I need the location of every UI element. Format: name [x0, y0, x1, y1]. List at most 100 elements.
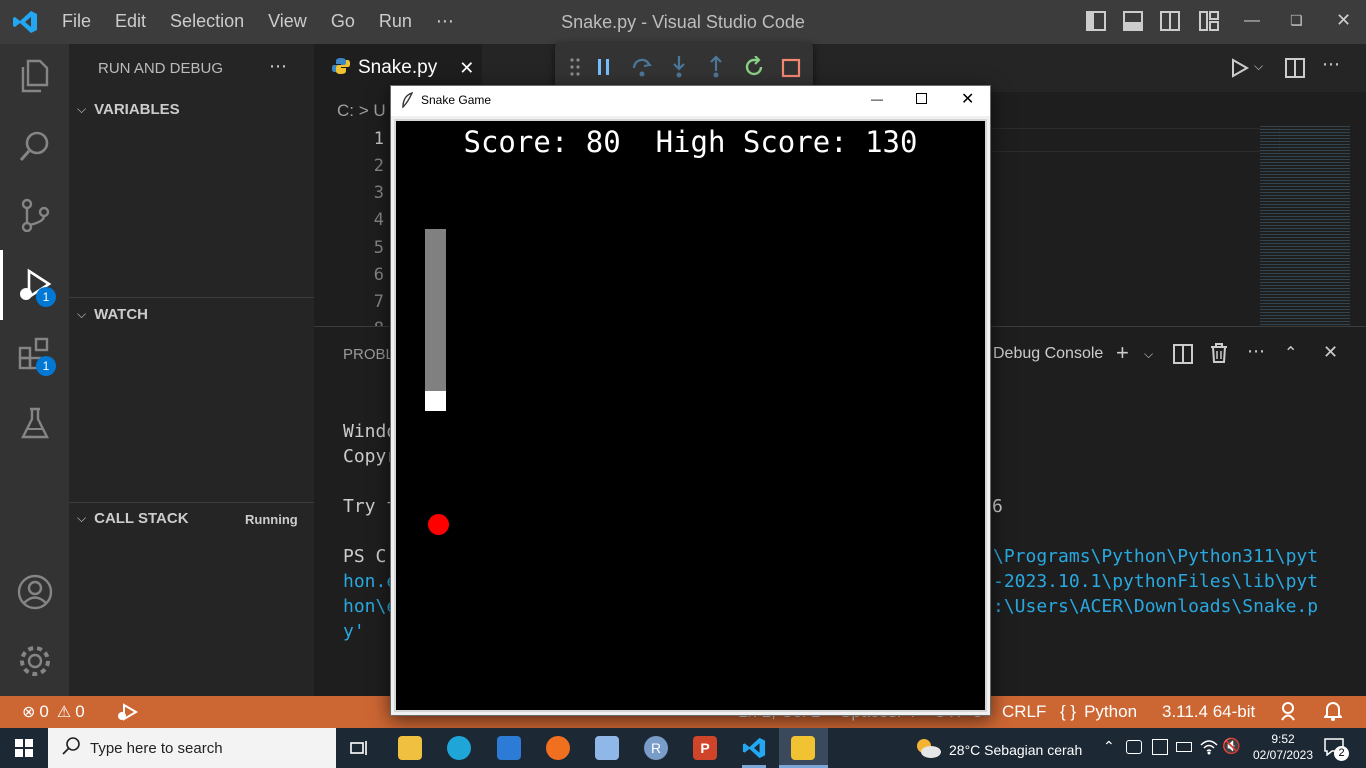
snake-title-bar[interactable]: Snake Game — ✕ — [391, 86, 990, 116]
step-over-icon[interactable] — [631, 56, 653, 83]
python-interpreter[interactable]: 3.11.4 64-bit — [1162, 702, 1255, 722]
run-and-debug-icon[interactable]: 1 — [0, 255, 69, 315]
start-windows-icon[interactable] — [15, 739, 33, 762]
step-into-icon[interactable] — [670, 55, 688, 84]
sidebar-more-button[interactable]: ⋯ — [269, 56, 287, 77]
menu-edit[interactable]: Edit — [115, 11, 146, 32]
call-stack-label: CALL STACK — [94, 510, 189, 527]
show-hidden-icons-icon[interactable]: ⌃ — [1103, 738, 1115, 755]
restart-icon[interactable] — [743, 55, 765, 83]
testing-flask-icon[interactable] — [0, 393, 69, 453]
editor-more-icon[interactable]: ⋯ — [1322, 54, 1340, 75]
problems-status[interactable]: ⊗ 0 ⚠ 0 — [22, 702, 85, 722]
edge-browser-icon[interactable] — [447, 736, 471, 760]
maximize-icon[interactable] — [916, 93, 927, 104]
windows-taskbar: Type here to search R P 28°C Sebagian ce… — [0, 728, 1366, 768]
new-terminal-icon[interactable]: + — [1116, 340, 1129, 366]
toggle-secondary-sidebar-icon[interactable] — [1160, 11, 1180, 36]
language-mode[interactable]: { } Python — [1060, 702, 1137, 722]
clock-time: 9:52 — [1271, 732, 1295, 746]
firefox-icon[interactable] — [546, 736, 570, 760]
run-file-icon[interactable] — [1230, 58, 1250, 83]
line-number: 3 — [373, 183, 384, 203]
menu-view[interactable]: View — [268, 11, 307, 32]
vscode-taskbar-icon[interactable] — [742, 736, 766, 760]
menu-file[interactable]: File — [62, 11, 91, 32]
error-count: 0 — [39, 702, 49, 721]
wifi-icon[interactable] — [1200, 739, 1218, 760]
close-panel-icon[interactable]: ✕ — [1323, 342, 1338, 363]
restore-icon[interactable]: ❏ — [1290, 12, 1303, 29]
notifications-bell-icon[interactable] — [1322, 701, 1344, 726]
split-editor-icon[interactable] — [1285, 58, 1305, 83]
step-out-icon[interactable] — [707, 55, 725, 84]
debug-toolbar — [555, 43, 813, 91]
watch-section-header[interactable]: ⌵ WATCH — [77, 306, 148, 323]
minimize-icon[interactable]: — — [1244, 12, 1260, 30]
score-display: Score: 80 High Score: 130 — [463, 125, 918, 159]
accounts-icon[interactable] — [0, 562, 69, 622]
line-ending[interactable]: CRLF — [1002, 702, 1046, 722]
chevron-down-icon[interactable]: ⌵ — [1254, 59, 1263, 74]
minimap[interactable] — [1260, 124, 1350, 326]
stop-icon[interactable] — [781, 58, 801, 83]
customize-layout-icon[interactable] — [1199, 11, 1219, 36]
source-control-icon[interactable] — [0, 185, 69, 245]
line-number: 4 — [373, 210, 384, 230]
clock[interactable]: 9:52 02/07/2023 — [1248, 731, 1318, 763]
trash-icon[interactable] — [1210, 343, 1228, 368]
volume-muted-icon[interactable]: 🔇 — [1222, 737, 1241, 755]
terminal-line: 6 — [992, 496, 1003, 517]
r-app-icon[interactable]: R — [644, 736, 668, 760]
game-canvas[interactable]: Score: 80 High Score: 130 — [394, 119, 987, 712]
tray-app-icon[interactable] — [1152, 739, 1168, 755]
variables-label: VARIABLES — [94, 101, 180, 118]
tab-debug-console[interactable]: Debug Console — [993, 345, 1103, 363]
network-cloud-icon[interactable] — [1126, 740, 1142, 754]
drag-handle-icon[interactable] — [569, 57, 581, 82]
variables-section-header[interactable]: ⌵ VARIABLES — [77, 101, 180, 118]
chevron-down-icon: ⌵ — [77, 511, 87, 525]
maximize-panel-icon[interactable]: ⌃ — [1284, 343, 1297, 363]
menu-run[interactable]: Run — [379, 11, 412, 32]
split-terminal-icon[interactable] — [1173, 344, 1193, 369]
menu-more[interactable]: ⋯ — [436, 11, 454, 32]
sidebar-title: RUN AND DEBUG — [98, 60, 224, 77]
search-icon[interactable] — [0, 116, 69, 176]
powerpoint-icon[interactable]: P — [693, 736, 717, 760]
call-stack-section-header[interactable]: ⌵ CALL STACK — [77, 510, 189, 527]
feedback-icon[interactable] — [1280, 701, 1300, 726]
minimize-icon[interactable]: — — [871, 92, 883, 106]
warning-icon: ⚠ — [56, 704, 72, 721]
weather-widget[interactable]: 28°C Sebagian cerah — [915, 737, 1082, 762]
settings-gear-icon[interactable] — [0, 631, 69, 691]
explorer-icon[interactable] — [0, 46, 69, 106]
cube-app-icon[interactable] — [595, 736, 619, 760]
snake-body — [425, 229, 446, 391]
extensions-icon[interactable]: 1 — [0, 324, 69, 384]
breadcrumb[interactable]: C: > U — [337, 101, 386, 121]
mail-icon[interactable] — [497, 736, 521, 760]
menu-go[interactable]: Go — [331, 11, 355, 32]
taskbar-search-box[interactable]: Type here to search — [48, 728, 336, 768]
close-icon[interactable]: ✕ — [961, 89, 974, 109]
pause-icon[interactable] — [596, 58, 612, 81]
vscode-logo-icon — [12, 9, 38, 40]
run-debug-sidebar: RUN AND DEBUG ⋯ ⌵ VARIABLES ⌵ WATCH ⌵ CA… — [69, 44, 314, 696]
close-tab-icon[interactable]: ✕ — [459, 58, 474, 79]
chevron-down-icon[interactable]: ⌵ — [1144, 347, 1153, 362]
toggle-sidebar-icon[interactable] — [1086, 11, 1106, 36]
panel-more-icon[interactable]: ⋯ — [1247, 341, 1265, 362]
menu-selection[interactable]: Selection — [170, 11, 244, 32]
file-explorer-icon[interactable] — [398, 736, 422, 760]
python-file-icon — [332, 57, 350, 80]
task-view-icon[interactable] — [350, 738, 370, 763]
battery-icon[interactable] — [1176, 742, 1192, 752]
debug-launch-icon[interactable] — [116, 702, 138, 727]
close-window-icon[interactable]: ✕ — [1336, 10, 1351, 31]
divider — [69, 502, 314, 503]
extensions-badge: 1 — [36, 356, 56, 376]
toggle-panel-icon[interactable] — [1123, 11, 1143, 36]
activity-bar: 1 1 — [0, 44, 69, 696]
tab-problems[interactable]: PROBL — [343, 346, 394, 363]
